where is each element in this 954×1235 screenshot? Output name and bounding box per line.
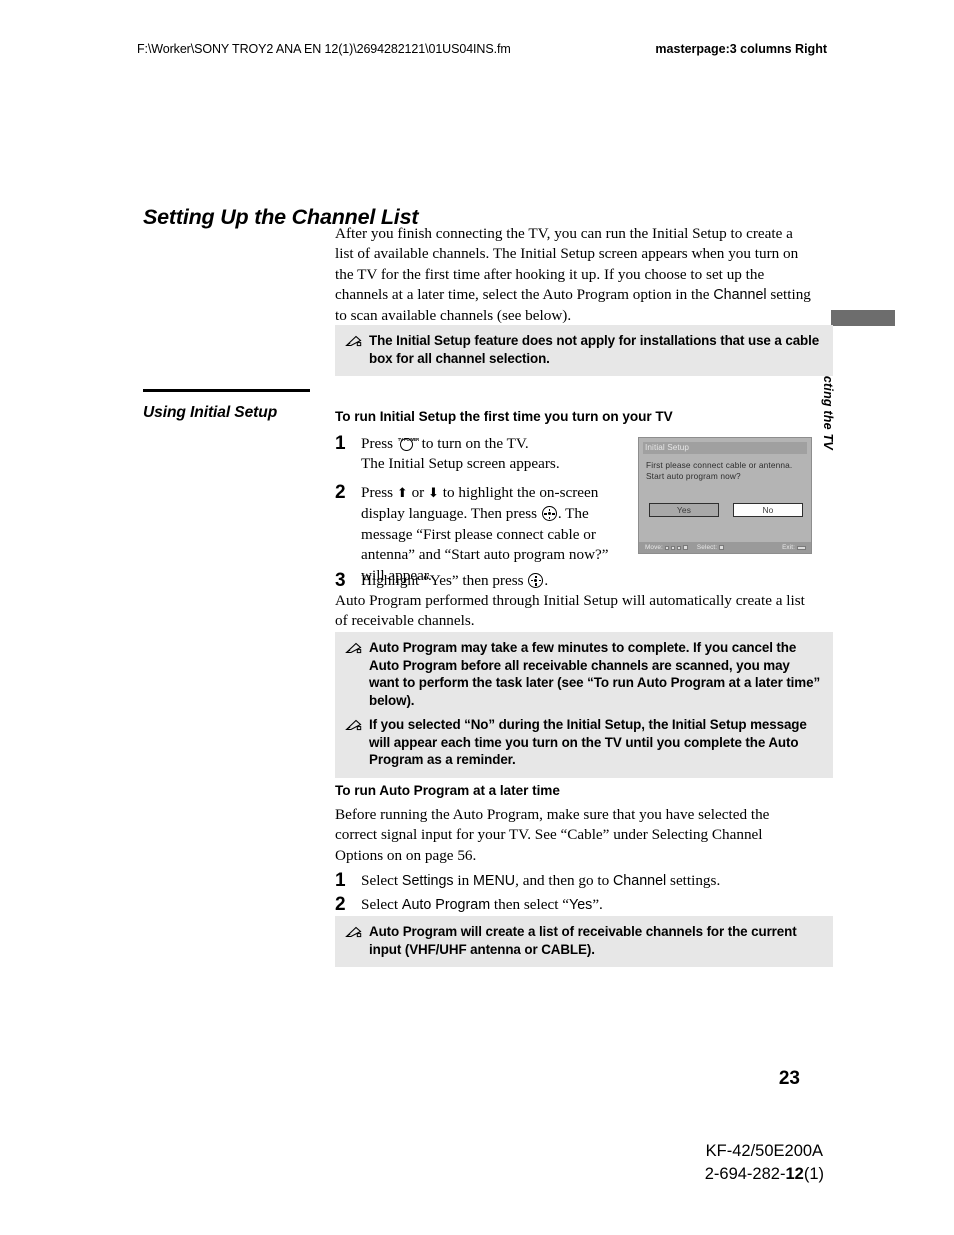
step1-line2: The Initial Setup screen appears.: [361, 455, 560, 473]
part-number: 2-694-282-12(1): [705, 1163, 824, 1186]
note-box-auto-program-input: Auto Program will create a list of recei…: [335, 916, 833, 968]
tv-status-exit: Exit:: [782, 544, 806, 551]
tv-screen-illustration: Initial Setup First please connect cable…: [638, 437, 812, 554]
later-step-1: 1 Select Settings in MENU, and then go t…: [335, 871, 813, 891]
dpad-right-key-icon: [682, 545, 688, 550]
intro-ui-channel: Channel: [713, 287, 767, 304]
step1-text-before: Press: [361, 435, 397, 452]
later-step-2: 2 Select Auto Program then select “Yes”.: [335, 895, 813, 915]
later-step1-seg2: in: [453, 872, 473, 889]
tv-screen-buttons: Yes No: [649, 503, 803, 517]
note-box-selected-no: If you selected “No” during the Initial …: [335, 709, 833, 778]
step-1: 1 Press TV POWER to turn on the TV. The …: [335, 434, 635, 475]
arrow-down-icon: ⬇: [428, 486, 439, 501]
tv-screen-title: Initial Setup: [645, 443, 690, 452]
tv-status-exit-label: Exit:: [782, 544, 795, 551]
pen-note-icon: [345, 923, 362, 943]
note-text: Auto Program may take a few minutes to c…: [369, 640, 821, 708]
later-step1-seg1: Select: [361, 872, 402, 889]
power-ring: [399, 438, 413, 451]
part-number-revision: 12: [785, 1165, 804, 1183]
tv-status-select-label: Select:: [696, 544, 718, 551]
note-box-auto-program-duration: Auto Program may take a few minutes to c…: [335, 632, 833, 719]
part-number-prefix: 2-694-282-: [704, 1165, 786, 1183]
select-key-icon: [719, 545, 725, 550]
later-step2-seg1: Select: [361, 896, 402, 913]
ui-label-menu: MENU: [473, 873, 516, 889]
tv-screen-message: First please connect cable or antenna. S…: [646, 460, 806, 482]
tv-power-key-icon: TV POWER: [398, 437, 419, 451]
ui-label-yes: Yes: [568, 897, 593, 913]
tv-message-line1: First please connect cable or antenna.: [646, 460, 793, 470]
note-text: Auto Program will create a list of recei…: [369, 924, 797, 957]
pen-note-icon: [345, 639, 362, 659]
running-header: F:\Worker\SONY TROY2 ANA EN 12(1)\269428…: [137, 42, 827, 56]
tv-no-button[interactable]: No: [733, 503, 803, 517]
later-step2-seg3: ”.: [592, 896, 603, 913]
note-text: The Initial Setup feature does not apply…: [369, 333, 820, 366]
exit-key-icon: [797, 545, 806, 550]
ui-label-settings: Settings: [401, 873, 454, 889]
step-body: Select Auto Program then select “Yes”.: [361, 895, 813, 915]
note-box-initial-setup: The Initial Setup feature does not apply…: [335, 325, 833, 377]
part-number-suffix: (1): [803, 1165, 824, 1183]
step-body: Press TV POWER to turn on the TV. The In…: [361, 434, 635, 475]
tv-status-move: Move: Select:: [645, 544, 725, 551]
dpad-down-key-icon: [676, 545, 681, 550]
step-number: 2: [335, 482, 346, 503]
center-select-key-icon: [541, 506, 557, 522]
center-select-key-icon: [528, 573, 544, 588]
later-step1-seg4: settings.: [666, 872, 721, 889]
page-number: 23: [778, 1068, 800, 1089]
step-number: 1: [335, 433, 346, 454]
step-number: 3: [335, 570, 346, 591]
later-section-heading: To run Auto Program at a later time: [335, 783, 560, 798]
step-body: Select Settings in MENU, and then go to …: [361, 871, 813, 891]
model-number: KF-42/50E200A: [705, 1142, 824, 1160]
step-3: 3 Highlight “Yes” then press .: [335, 571, 813, 591]
note-text: If you selected “No” during the Initial …: [369, 717, 807, 768]
ui-label-channel: Channel: [612, 873, 667, 889]
step-number: 1: [335, 870, 346, 891]
later-step1-seg3: , and then go to: [515, 872, 613, 889]
step1-text-after: to turn on the TV.: [417, 435, 529, 452]
tv-message-line2: Start auto program now?: [646, 471, 741, 481]
thumb-tab-bar: [831, 310, 895, 326]
tv-yes-button[interactable]: Yes: [649, 503, 719, 517]
intro-paragraph: After you finish connecting the TV, you …: [335, 224, 813, 326]
tv-status-move-label: Move:: [645, 544, 663, 551]
dpad-up-key-icon: [670, 545, 675, 550]
pen-note-icon: [345, 332, 362, 352]
step-number: 2: [335, 894, 346, 915]
manual-page: F:\Worker\SONY TROY2 ANA EN 12(1)\269428…: [0, 0, 954, 1235]
dpad-left-key-icon: [664, 545, 669, 550]
later-step2-seg2: then select “: [490, 896, 569, 913]
tv-screen-statusbar: Move: Select: Exit:: [639, 542, 811, 553]
later-section-paragraph: Before running the Auto Program, make su…: [335, 806, 770, 864]
arrow-up-icon: ⬆: [396, 486, 408, 501]
section-rule: [143, 389, 310, 392]
step3-seg1: Highlight “Yes” then press: [361, 572, 528, 589]
procedure-heading: To run Initial Setup the first time you …: [335, 409, 673, 424]
after-steps-paragraph: Auto Program performed through Initial S…: [335, 592, 805, 630]
ui-label-auto-program: Auto Program: [401, 897, 491, 913]
section-heading-using-initial-setup: Using Initial Setup: [143, 404, 278, 421]
step-body: Highlight “Yes” then press .: [361, 571, 813, 591]
step3-seg2: .: [544, 572, 549, 589]
footer-block: KF-42/50E200A 2-694-282-12(1): [705, 1140, 824, 1186]
step2-seg2: or: [407, 484, 429, 501]
pen-note-icon: [345, 716, 362, 736]
masterpage-label: masterpage:3 columns Right: [655, 42, 827, 56]
source-file-path: F:\Worker\SONY TROY2 ANA EN 12(1)\269428…: [137, 42, 511, 56]
step2-seg1: Press: [361, 484, 397, 501]
